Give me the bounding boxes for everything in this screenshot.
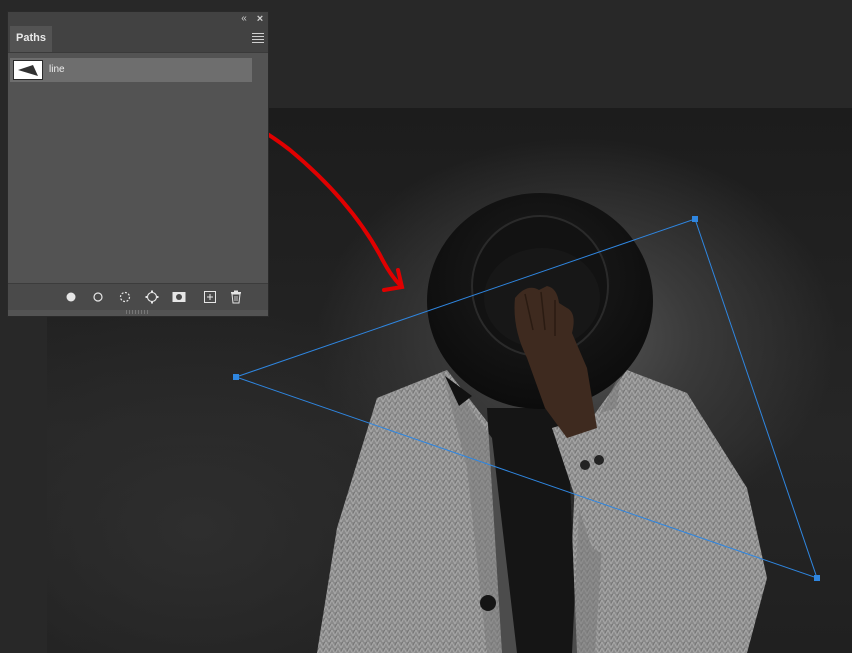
fill-path-icon[interactable] (63, 289, 79, 305)
stroke-path-icon[interactable] (90, 289, 106, 305)
make-work-path-icon[interactable] (144, 289, 160, 305)
tab-paths[interactable]: Paths (10, 26, 52, 52)
close-icon[interactable]: × (253, 12, 267, 26)
panel-menu-icon[interactable] (252, 33, 264, 45)
add-mask-icon[interactable] (171, 289, 187, 305)
work-path[interactable] (233, 216, 820, 581)
anchor-point[interactable] (233, 374, 239, 380)
path-thumbnail-icon (13, 60, 43, 80)
load-path-as-selection-icon[interactable] (117, 289, 133, 305)
double-chevron-left-icon[interactable]: « (237, 12, 251, 26)
delete-path-icon[interactable] (228, 289, 244, 305)
anchor-point[interactable] (814, 575, 820, 581)
path-item-label[interactable]: line (49, 58, 65, 82)
panel-footer-toolbar (8, 283, 268, 310)
panel-resize-grip[interactable] (126, 310, 148, 314)
anchor-point[interactable] (692, 216, 698, 222)
new-path-icon[interactable] (202, 289, 218, 305)
paths-panel: « × Paths line (7, 11, 269, 317)
panel-tab-bar: Paths (8, 26, 268, 53)
panel-title-bar[interactable]: « × (8, 12, 268, 26)
path-item-line[interactable]: line (10, 58, 252, 82)
